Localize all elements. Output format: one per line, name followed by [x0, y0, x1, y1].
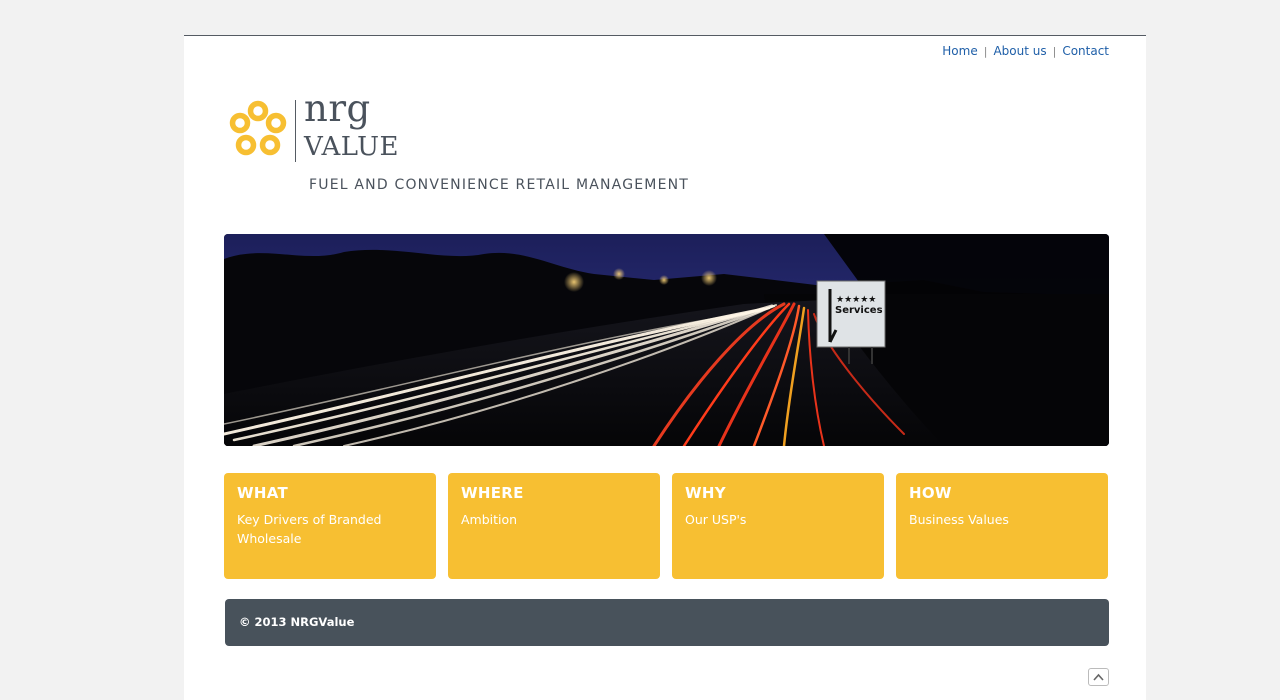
hero-banner: ★★★★★ Services: [224, 234, 1109, 446]
feature-subtitle: Key Drivers of Branded Wholesale: [237, 512, 382, 546]
hero-image: ★★★★★ Services: [224, 234, 1109, 446]
nav-about-link[interactable]: About us: [993, 44, 1046, 58]
copyright-text: © 2013 NRGValue: [239, 615, 355, 629]
sign-stars: ★★★★★: [836, 295, 876, 305]
brand-line2: value: [304, 121, 400, 164]
chevron-up-icon: [1093, 673, 1104, 681]
logo-divider: [295, 100, 296, 162]
feature-box-where[interactable]: WHERE Ambition: [448, 473, 660, 579]
feature-subtitle: Ambition: [461, 512, 518, 527]
page-container: Home | About us | Contact nrg value FUEL…: [184, 35, 1146, 700]
nav-home-link[interactable]: Home: [942, 44, 977, 58]
sign-text: Services: [835, 305, 883, 316]
feature-title: WHAT: [237, 484, 288, 502]
feature-box-why[interactable]: WHY Our USP's: [672, 473, 884, 579]
feature-title: HOW: [909, 484, 952, 502]
feature-boxes: WHAT Key Drivers of Branded Wholesale WH…: [224, 473, 1109, 579]
feature-subtitle: Our USP's: [685, 512, 747, 527]
feature-title: WHY: [685, 484, 726, 502]
back-to-top-button[interactable]: [1088, 668, 1109, 686]
page-footer: © 2013 NRGValue: [225, 599, 1109, 646]
feature-box-what[interactable]: WHAT Key Drivers of Branded Wholesale: [224, 473, 436, 579]
feature-subtitle: Business Values: [909, 512, 1009, 527]
feature-title: WHERE: [461, 484, 524, 502]
feature-box-how[interactable]: HOW Business Values: [896, 473, 1108, 579]
brand-tagline: FUEL AND CONVENIENCE RETAIL MANAGEMENT: [309, 177, 690, 193]
top-nav: Home | About us | Contact: [942, 44, 1109, 58]
nav-separator: |: [983, 44, 988, 58]
nav-contact-link[interactable]: Contact: [1062, 44, 1109, 58]
brand-logo[interactable]: nrg value FUEL AND CONVENIENCE RETAIL MA…: [228, 90, 748, 206]
flower-logo-icon: [229, 100, 287, 156]
brand-wordmark: nrg value: [304, 90, 400, 164]
nav-separator: |: [1052, 44, 1057, 58]
